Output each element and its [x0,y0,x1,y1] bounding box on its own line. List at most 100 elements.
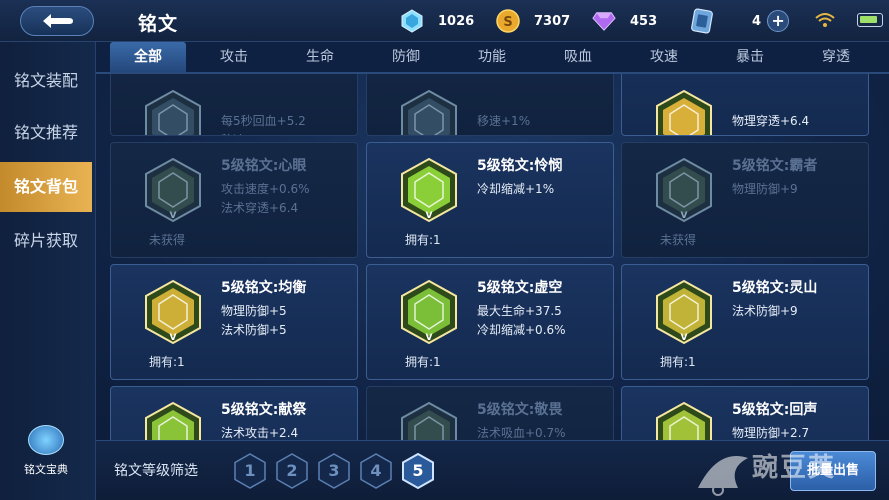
inscription-emblem-icon: V [401,279,457,345]
category-tabs: 全部 攻击 生命 防御 功能 吸血 攻速 暴击 穿透 [96,42,889,74]
inscription-stat-2: 冷却缩减+0.6% [477,323,566,337]
inscription-owned: 拥有:1 [660,355,696,369]
inscription-card[interactable]: V 5级铭文:灵山 法术防御+9 拥有:1 [621,264,869,380]
inscription-stat-1: 法术吸血+0.7% [477,426,566,440]
level-filter-5[interactable]: 5 [402,453,434,489]
watermark-text: 豌豆荚 [752,453,837,483]
inscription-emblem-icon: V [145,401,201,440]
level-filter-3[interactable]: 3 [318,453,350,489]
svg-text:V: V [426,333,433,343]
page-title: 铭文 [138,13,179,35]
gold-count: 7307 [534,13,571,29]
sidebar-item-recommend[interactable]: 铭文推荐 [0,108,92,158]
inscription-stat-2: 法术防御+5 [221,323,287,337]
tab-attack-speed[interactable]: 攻速 [626,42,702,72]
inscription-emblem-icon: V [145,157,201,223]
tab-all[interactable]: 全部 [110,42,186,72]
inscription-stat-1: 物理防御+9 [732,182,798,196]
top-bar: 铭文 1026 S 7307 453 4 + [0,0,889,42]
card-ticket-icon [690,8,714,34]
inscription-owned: 拥有:1 [149,355,185,369]
inscription-card[interactable]: V物理穿透+6.4拥有:10 [621,74,869,136]
inscription-name: 5级铭文:献祭 [221,402,307,418]
tab-defense[interactable]: 防御 [368,42,444,72]
inscription-stat-2: 移速+0.4% [221,131,286,135]
inscription-emblem-icon: V [656,279,712,345]
svg-text:V: V [681,333,688,343]
inscription-emblem-icon: V [656,89,712,135]
inscription-owned: 未获得 [149,233,186,247]
inscription-stat-1: 物理穿透+6.4 [732,114,810,128]
inscription-stat-1: 法术攻击+2.4 [221,426,299,440]
inscription-stat-2: 法术穿透+6.4 [221,201,299,215]
inscription-emblem-icon: V [656,401,712,440]
inscription-emblem-icon: V [656,157,712,223]
level-filter-4[interactable]: 4 [360,453,392,489]
crystal-icon [400,9,424,33]
tab-function[interactable]: 功能 [454,42,530,72]
tab-attack[interactable]: 攻击 [196,42,272,72]
battery-icon [857,13,883,27]
inscription-card[interactable]: V移速+1%未获得 [366,74,614,136]
inscription-stat-1: 攻击速度+0.6% [221,182,310,196]
add-ticket-button[interactable]: + [767,10,790,32]
svg-text:V: V [170,333,177,343]
inscription-name: 5级铭文:怜悯 [477,158,563,174]
svg-text:V: V [681,211,688,221]
tab-crit[interactable]: 暴击 [712,42,788,72]
back-arrow-icon [43,14,73,28]
inscription-emblem-icon: V [401,89,457,135]
wifi-icon [815,13,835,27]
inscription-emblem-icon: V [145,89,201,135]
inscription-card[interactable]: V 5级铭文:敬畏法术吸血+0.7% [366,386,614,440]
inscription-name: 5级铭文:心眼 [221,158,307,174]
inscription-card[interactable]: V 5级铭文:心眼 攻击速度+0.6% 法术穿透+6.4 未获得 [110,142,358,258]
inscription-stat-1: 每5秒回血+5.2 [221,114,306,128]
level-filter-label: 铭文等级筛选 [114,463,198,479]
gold-coin-icon: S [496,9,520,33]
ticket-count: 4 [752,13,762,29]
inscription-card[interactable]: V 5级铭文:霸者 物理防御+9 未获得 [621,142,869,258]
sidebar-item-fragments[interactable]: 碎片获取 [0,216,92,266]
tab-lifesteal[interactable]: 吸血 [540,42,616,72]
inscription-emblem-icon: V [401,157,457,223]
inscription-card[interactable]: V 5级铭文:虚空 最大生命+37.5 冷却缩减+0.6% 拥有:1 [366,264,614,380]
level-filter-2[interactable]: 2 [276,453,308,489]
currency-crystal: 1026 [400,8,474,34]
back-button[interactable] [20,6,94,36]
svg-text:V: V [170,211,177,221]
inscription-name: 5级铭文:霸者 [732,158,818,174]
inscription-name: 5级铭文:敬畏 [477,402,563,418]
inscription-emblem-icon: V [401,401,457,440]
diamond-count: 453 [630,13,658,29]
currency-diamond: 453 [592,8,657,34]
inscription-stat-1: 冷却缩减+1% [477,182,555,196]
inscription-stat-1: 法术防御+9 [732,304,798,318]
inscription-stat-1: 物理防御+5 [221,304,287,318]
svg-text:S: S [503,15,512,30]
sidebar-item-equip[interactable]: 铭文装配 [0,56,92,106]
inscription-card[interactable]: V 5级铭文:怜悯 冷却缩减+1% 拥有:1 [366,142,614,258]
inscription-card[interactable]: V5级铭文:回声物理防御+2.7 [621,386,869,440]
diamond-icon [592,9,616,33]
book-icon [28,425,64,455]
inscription-name: 5级铭文:回声 [732,402,818,418]
sidebar-item-backpack[interactable]: 铭文背包 [0,162,92,212]
inscription-stat-1: 移速+1% [477,114,531,128]
svg-text:V: V [426,211,433,221]
inscription-name: 5级铭文:虚空 [477,280,563,296]
inscription-name: 5级铭文:灵山 [732,280,818,296]
inscription-stat-1: 最大生命+37.5 [477,304,562,318]
inscription-card[interactable]: V 5级铭文:均衡 物理防御+5 法术防御+5 拥有:1 [110,264,358,380]
inscription-name: 5级铭文:均衡 [221,280,307,296]
inscription-emblem-icon: V [145,279,201,345]
tab-penetration[interactable]: 穿透 [798,42,874,72]
inscription-book-button[interactable]: 铭文宝典 [18,425,74,485]
book-label: 铭文宝典 [24,463,68,476]
level-filter-1[interactable]: 1 [234,453,266,489]
inscription-card[interactable]: V每5秒回血+5.2移速+0.4%未获得 [110,74,358,136]
currency-gold: S 7307 [496,8,570,34]
crystal-count: 1026 [438,13,475,29]
tab-health[interactable]: 生命 [282,42,358,72]
inscription-card[interactable]: V 5级铭文:献祭法术攻击+2.4 [110,386,358,440]
